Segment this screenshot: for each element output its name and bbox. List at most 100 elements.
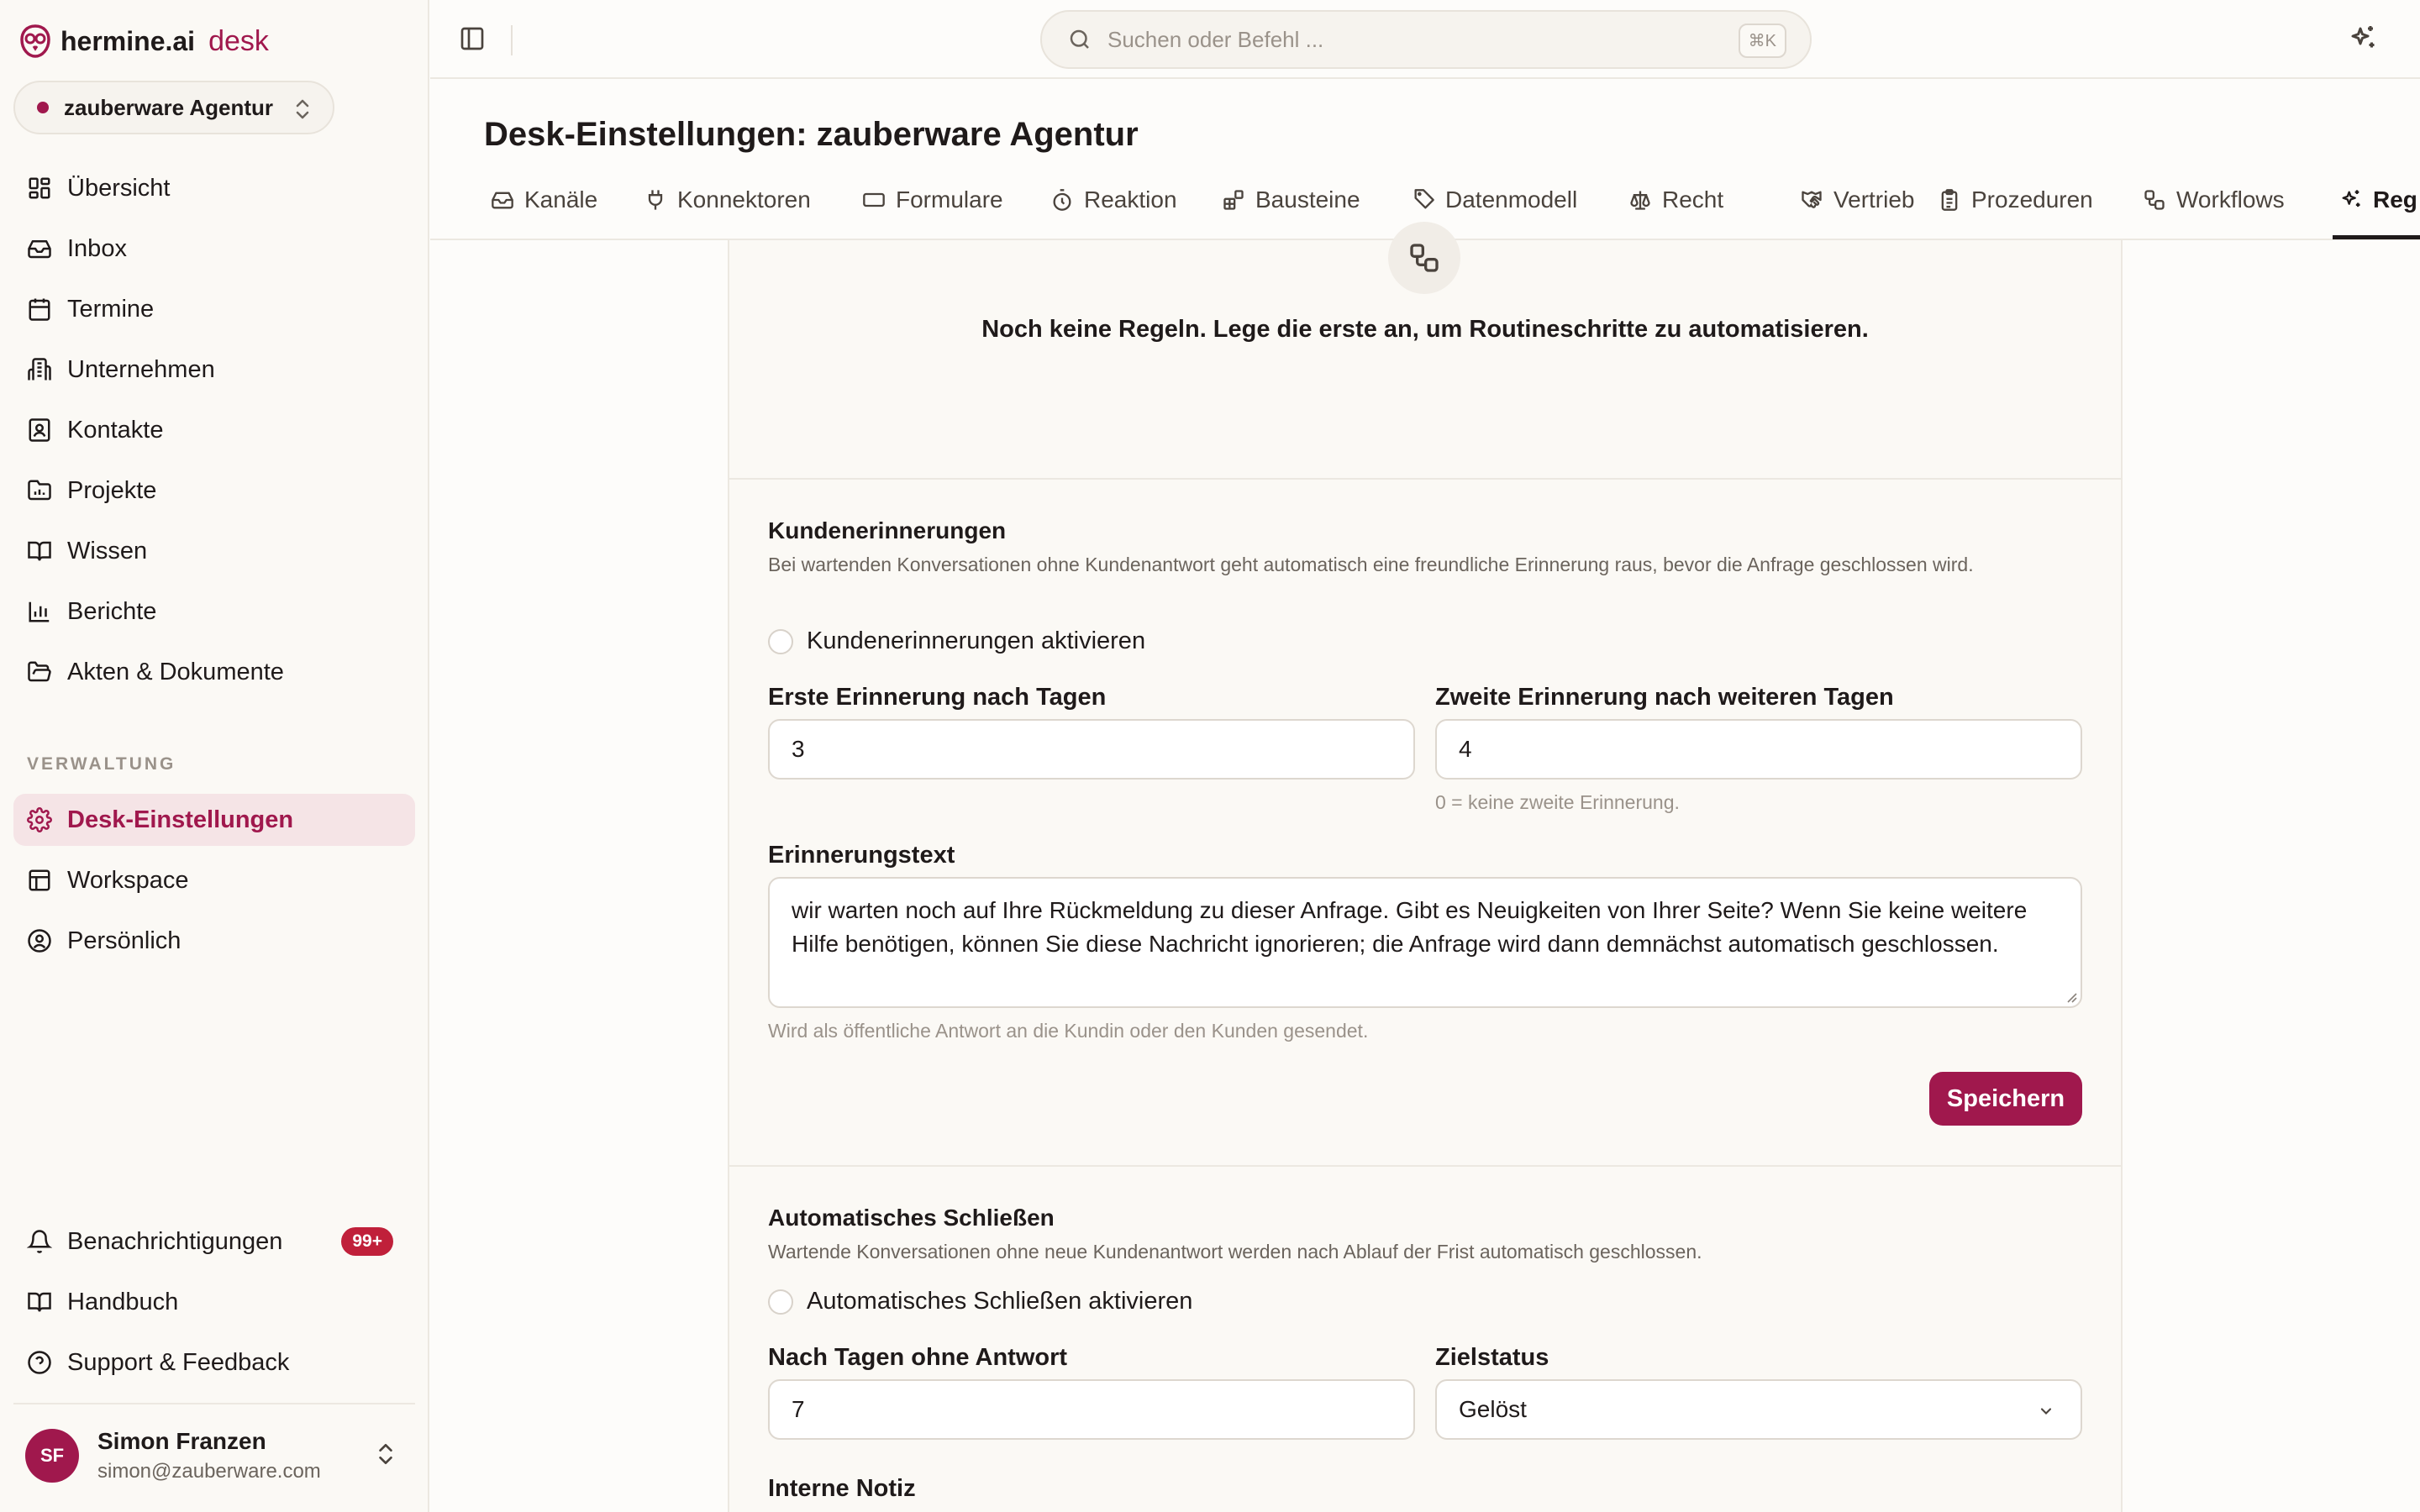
sidebar-item-label: Berichte: [67, 597, 157, 625]
calendar-icon: [27, 297, 52, 322]
tab-prozeduren[interactable]: Prozeduren: [1938, 186, 2093, 213]
reminder-text-textarea[interactable]: wir warten noch auf Ihre Rückmeldung zu …: [768, 877, 2082, 1008]
tab-regeln[interactable]: Reg: [2339, 186, 2417, 213]
tab-label: Vertrieb: [1833, 186, 1915, 213]
save-button[interactable]: Speichern: [1929, 1072, 2082, 1126]
sidebar-toggle-icon[interactable]: [459, 25, 486, 52]
reminders-enable-label: Kundenerinnerungen aktivieren: [807, 627, 1146, 654]
autoclose-enable-label: Automatisches Schließen aktivieren: [807, 1288, 1193, 1315]
target-status-select[interactable]: Gelöst: [1435, 1379, 2082, 1440]
user-menu[interactable]: SF Simon Franzen simon@zauberware.com: [25, 1428, 321, 1483]
sidebar-item-inbox[interactable]: Inbox: [13, 223, 415, 275]
first-reminder-days-input[interactable]: 3: [768, 719, 1415, 780]
tab-label: Kanäle: [524, 186, 598, 213]
tab-label: Reg: [2373, 186, 2417, 213]
tab-bausteine[interactable]: Bausteine: [1222, 186, 1360, 213]
sidebar-item-akten-dokumente[interactable]: Akten & Dokumente: [13, 646, 415, 698]
user-email: simon@zauberware.com: [97, 1460, 321, 1483]
sidebar-item-label: Inbox: [67, 234, 127, 262]
tab-formulare[interactable]: Formulare: [862, 186, 1003, 213]
sidebar-item-projekte[interactable]: Projekte: [13, 465, 415, 517]
autoclose-days-input[interactable]: 7: [768, 1379, 1415, 1440]
active-tab-indicator: [2333, 235, 2420, 239]
sidebar-item-desk-einstellungen[interactable]: Desk-Einstellungen: [13, 794, 415, 846]
autoclose-enable-radio[interactable]: [768, 1289, 793, 1315]
tab-vertrieb[interactable]: Vertrieb: [1800, 186, 1915, 213]
bar-chart-icon: [27, 599, 52, 624]
contact-icon: [27, 417, 52, 443]
tab-datenmodell[interactable]: Datenmodell: [1412, 186, 1577, 213]
sidebar-item-label: Workspace: [67, 866, 189, 894]
sidebar-item-unternehmen[interactable]: Unternehmen: [13, 344, 415, 396]
user-name: Simon Franzen: [97, 1428, 266, 1454]
sidebar-item-berichte[interactable]: Berichte: [13, 585, 415, 638]
scale-icon: [1628, 188, 1652, 212]
tab-workflows[interactable]: Workflows: [2143, 186, 2285, 213]
sidebar-item-label: Übersicht: [67, 174, 171, 202]
reminders-enable-radio[interactable]: [768, 628, 793, 654]
brand-logo[interactable]: hermine.ai desk: [18, 22, 269, 60]
tab-recht[interactable]: Recht: [1628, 186, 1723, 213]
layout-icon: [27, 868, 52, 893]
sidebar-item-uebersicht[interactable]: Übersicht: [13, 162, 415, 214]
first-reminder-label: Erste Erinnerung nach Tagen: [768, 684, 1107, 711]
help-icon: [27, 1350, 52, 1375]
tab-reaktion[interactable]: Reaktion: [1050, 186, 1177, 213]
building-icon: [27, 357, 52, 382]
tab-label: Datenmodell: [1445, 186, 1578, 213]
owl-logo-icon: [18, 23, 52, 60]
second-reminder-days-input[interactable]: 4: [1435, 719, 2082, 780]
sidebar-item-label: Wissen: [67, 537, 148, 564]
ai-sparkle-icon[interactable]: [2348, 24, 2378, 54]
gear-icon: [27, 807, 52, 832]
target-status-label: Zielstatus: [1435, 1344, 1549, 1371]
brand-product: desk: [208, 24, 269, 57]
sidebar-item-termine[interactable]: Termine: [13, 283, 415, 335]
user-circle-icon: [27, 928, 52, 953]
sidebar-item-wissen[interactable]: Wissen: [13, 525, 415, 577]
reminder-text-hint: Wird als öffentliche Antwort an die Kund…: [768, 1020, 1369, 1042]
user-info: Simon Franzen simon@zauberware.com: [97, 1428, 321, 1483]
chevron-up-down-icon: [292, 97, 313, 121]
sidebar-item-label: Termine: [67, 295, 155, 323]
dashboard-icon: [27, 176, 52, 201]
tag-icon: [1412, 188, 1435, 212]
tab-kanaele[interactable]: Kanäle: [491, 186, 597, 213]
reminders-enable-toggle[interactable]: Kundenerinnerungen aktivieren: [768, 627, 1145, 655]
search-input[interactable]: Suchen oder Befehl ... ⌘K: [1040, 10, 1812, 69]
folder-chart-icon: [27, 478, 52, 503]
second-reminder-label: Zweite Erinnerung nach weiteren Tagen: [1435, 684, 1894, 711]
sidebar-item-persoenlich[interactable]: Persönlich: [13, 915, 415, 967]
timer-icon: [1050, 188, 1074, 212]
autoclose-enable-toggle[interactable]: Automatisches Schließen aktivieren: [768, 1288, 1192, 1315]
tab-konnektoren[interactable]: Konnektoren: [644, 186, 811, 213]
tab-label: Bausteine: [1255, 186, 1360, 213]
autoclose-days-label: Nach Tagen ohne Antwort: [768, 1344, 1068, 1371]
sidebar-item-benachrichtigungen[interactable]: Benachrichtigungen 99+: [13, 1215, 415, 1268]
section-description-autoclose: Wartende Konversationen ohne neue Kunden…: [768, 1241, 1702, 1263]
section-label-verwaltung: VERWALTUNG: [27, 754, 176, 774]
sidebar-item-handbuch[interactable]: Handbuch: [13, 1276, 415, 1328]
chevron-down-icon: [2037, 1403, 2055, 1420]
inbox-icon: [27, 236, 52, 261]
sidebar-item-support-feedback[interactable]: Support & Feedback: [13, 1336, 415, 1389]
divider: [511, 25, 513, 55]
section-divider: [728, 1165, 2123, 1167]
sidebar: hermine.ai desk zauberware Agentur Übers…: [0, 0, 429, 1512]
folder-open-icon: [27, 659, 52, 685]
top-bar: Suchen oder Befehl ... ⌘K: [430, 0, 2420, 79]
sidebar-item-workspace[interactable]: Workspace: [13, 854, 415, 906]
section-title-reminders: Kundenerinnerungen: [768, 517, 1007, 543]
search-icon: [1067, 27, 1092, 52]
sidebar-item-label: Desk-Einstellungen: [67, 806, 294, 833]
sidebar-item-label: Kontakte: [67, 416, 164, 444]
second-reminder-hint: 0 = keine zweite Erinnerung.: [1435, 791, 1680, 813]
org-switcher[interactable]: zauberware Agentur: [13, 81, 334, 134]
book-icon: [27, 538, 52, 564]
shortcut-hint: ⌘K: [1738, 24, 1786, 58]
chevron-up-down-icon[interactable]: [375, 1441, 397, 1467]
section-divider: [728, 478, 2123, 480]
sidebar-item-kontakte[interactable]: Kontakte: [13, 404, 415, 456]
avatar: SF: [25, 1429, 79, 1483]
resize-handle-icon[interactable]: [2064, 990, 2077, 1003]
